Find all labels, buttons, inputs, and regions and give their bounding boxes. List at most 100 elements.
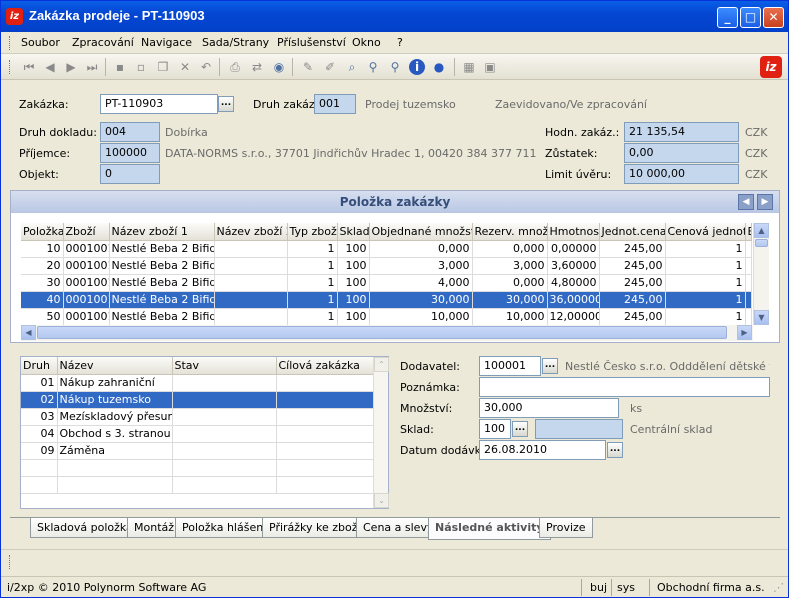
grid-icon[interactable]: ▦ — [461, 59, 477, 75]
druh-zakaz-field[interactable]: 001 — [314, 94, 356, 114]
undo-icon[interactable]: ↶ — [198, 59, 214, 75]
dodavatel-field[interactable]: 100001 — [479, 356, 541, 376]
list-item[interactable]: 02 Nákup tuzemsko — [21, 391, 374, 409]
sklad-extra-field[interactable] — [535, 419, 623, 439]
list-item[interactable]: 01 Nákup zahraniční — [21, 374, 374, 392]
zoom-icon[interactable]: ⚲ — [387, 59, 403, 75]
panel-prev-arrow-icon[interactable]: ◀ — [738, 194, 754, 210]
column-header[interactable]: Sklad — [337, 223, 370, 241]
bottom-toolbar-grip[interactable] — [9, 555, 11, 569]
delete-icon[interactable]: ✕ — [177, 59, 193, 75]
maximize-button[interactable]: □ — [740, 7, 761, 28]
items-vertical-scrollbar[interactable]: ▲ ▼ — [753, 223, 769, 325]
toolbar-grip[interactable] — [9, 60, 11, 74]
zustatek-field[interactable]: 0,00 — [624, 143, 739, 163]
edit-clear-icon[interactable]: ✐ — [322, 59, 338, 75]
next-record-icon[interactable]: ▶ — [63, 59, 79, 75]
activities-scrollbar[interactable]: ⌃ ⌄ — [373, 357, 389, 508]
info-icon[interactable]: i — [409, 59, 425, 75]
table-row[interactable]: 100001001Nestlé Beba 2 Bifidus11000,0000… — [21, 240, 752, 258]
scroll-down-arrow-icon[interactable]: ⌄ — [374, 493, 389, 508]
menu-soubor[interactable]: Soubor — [21, 36, 60, 49]
sklad-field[interactable]: 100 — [479, 419, 511, 439]
copy-icon[interactable]: ❐ — [155, 59, 171, 75]
panel-next-arrow-icon[interactable]: ▶ — [757, 194, 773, 210]
prijemce-field[interactable]: 100000 — [100, 143, 160, 163]
column-header[interactable]: Zboží — [63, 223, 110, 241]
limit-uveru-field[interactable]: 10 000,00 — [624, 164, 739, 184]
column-header[interactable]: Položka — [21, 223, 64, 241]
zakazka-lookup-button[interactable]: ... — [218, 96, 234, 112]
resize-grip-icon[interactable]: ⋰ — [773, 581, 784, 594]
hodn-zakaz-field[interactable]: 21 135,54 — [624, 122, 739, 142]
column-header[interactable]: Jednot.cena — [599, 223, 666, 241]
column-header[interactable]: Objednané množství — [369, 223, 473, 241]
first-record-icon[interactable]: ⏮ — [21, 59, 37, 75]
tab-nasledne-aktivity[interactable]: Následné aktivity — [428, 518, 551, 540]
menu-prislusenstvi[interactable]: Příslušenství — [277, 36, 346, 49]
print-icon[interactable]: ⎙ — [227, 59, 243, 75]
table-cell: 20 — [21, 257, 64, 275]
list-item[interactable]: 04 Obchod s 3. stranou — [21, 425, 374, 443]
mnozstvi-field[interactable]: 30,000 — [479, 398, 619, 418]
find-icon[interactable]: ⌕ — [344, 59, 360, 75]
calculator-icon[interactable]: ▣ — [482, 59, 498, 75]
menu-zpracovani[interactable]: Zpracování — [72, 36, 134, 49]
datum-dodavky-field[interactable]: 26.08.2010 — [479, 440, 606, 460]
tab-provize[interactable]: Provize — [539, 518, 593, 538]
menu-help[interactable]: ? — [397, 36, 403, 49]
scroll-thumb[interactable] — [37, 326, 727, 339]
user-help-icon[interactable]: ● — [431, 59, 447, 75]
column-header[interactable]: Název zboží 1 — [109, 223, 215, 241]
edit-icon[interactable]: ✎ — [300, 59, 316, 75]
scroll-down-arrow-icon[interactable]: ▼ — [754, 310, 769, 325]
menu-grip[interactable] — [9, 36, 11, 50]
scroll-right-arrow-icon[interactable]: ▶ — [737, 325, 752, 340]
tab-montaz[interactable]: Montáž — [127, 518, 182, 538]
dodavatel-lookup-button[interactable]: ... — [542, 358, 558, 374]
list-item[interactable]: 03 Mezískladový přesun — [21, 408, 374, 426]
sklad-lookup-button[interactable]: ... — [512, 421, 528, 437]
refresh-icon[interactable]: ◉ — [271, 59, 287, 75]
table-row[interactable]: 200001001Nestlé Beba 2 Bifidus11003,0003… — [21, 257, 752, 275]
column-header[interactable]: Rezerv. množ. — [472, 223, 548, 241]
last-record-icon[interactable]: ⏭ — [84, 59, 100, 75]
scroll-up-arrow-icon[interactable]: ▲ — [754, 223, 769, 238]
minimize-button[interactable]: _ — [717, 7, 738, 28]
items-horizontal-scrollbar[interactable]: ◀ ▶ — [21, 325, 753, 341]
scroll-left-arrow-icon[interactable]: ◀ — [21, 325, 36, 340]
column-header[interactable]: Cílová zakázka — [276, 357, 374, 375]
column-header[interactable]: E — [745, 223, 752, 241]
column-header[interactable]: Název — [57, 357, 173, 375]
tab-skladova-polozka[interactable]: Skladová položka — [30, 518, 140, 538]
menu-navigace[interactable]: Navigace — [141, 36, 192, 49]
table-row[interactable]: 300001001Nestlé Beba 2 Bifidus11004,0000… — [21, 274, 752, 292]
scroll-thumb[interactable] — [755, 239, 768, 247]
table-row[interactable]: 400001001Nestlé Beba 2 Bifidus110030,000… — [21, 291, 752, 309]
datum-picker-button[interactable]: ... — [607, 442, 623, 458]
save-icon[interactable]: ▪ — [112, 59, 128, 75]
tab-prirazky[interactable]: Přirážky ke zboží — [262, 518, 368, 538]
column-header[interactable]: Hmotnost — [547, 223, 600, 241]
title-bar[interactable]: iz Zakázka prodeje - PT-110903 _ □ ✕ — [1, 1, 788, 32]
zakazka-field[interactable]: PT-110903 — [100, 94, 218, 114]
menu-sada-strany[interactable]: Sada/Strany — [202, 36, 269, 49]
column-header[interactable]: Typ zboží — [287, 223, 338, 241]
column-header[interactable]: Druh — [21, 357, 58, 375]
column-header[interactable]: Název zboží 2 — [214, 223, 288, 241]
table-row[interactable]: 500001001Nestlé Beba 2 Bifidus110010,000… — [21, 308, 752, 326]
search-icon[interactable]: ⚲ — [365, 59, 381, 75]
objekt-field[interactable]: 0 — [100, 164, 160, 184]
column-header[interactable]: Stav — [172, 357, 277, 375]
prev-record-icon[interactable]: ◀ — [42, 59, 58, 75]
scroll-up-arrow-icon[interactable]: ⌃ — [374, 357, 389, 372]
menu-okno[interactable]: Okno — [352, 36, 381, 49]
poznamka-field[interactable] — [479, 377, 770, 397]
list-item[interactable]: 09 Záměna — [21, 442, 374, 460]
new-document-icon[interactable]: ▫ — [133, 59, 149, 75]
column-header[interactable]: Cenová jednotka — [665, 223, 746, 241]
tab-polozka-hlaseni[interactable]: Položka hlášení — [175, 518, 274, 538]
close-button[interactable]: ✕ — [763, 7, 784, 28]
export-icon[interactable]: ⇄ — [249, 59, 265, 75]
druh-dokladu-field[interactable]: 004 — [100, 122, 160, 142]
